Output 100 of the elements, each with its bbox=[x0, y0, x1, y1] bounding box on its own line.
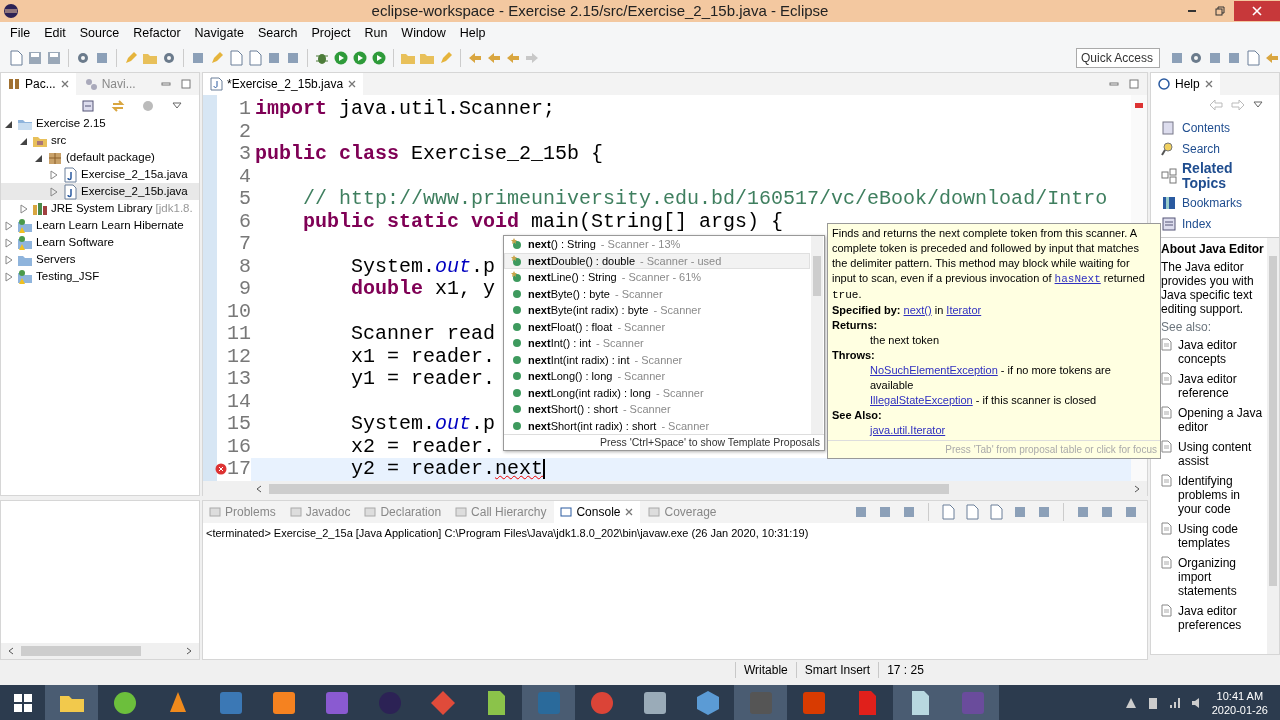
link[interactable]: java.util.Iterator bbox=[870, 424, 946, 436]
view-tab[interactable]: Console bbox=[554, 501, 641, 523]
menu-item[interactable]: Project bbox=[304, 23, 358, 43]
gear-icon[interactable] bbox=[1188, 50, 1204, 66]
taskbar-button[interactable] bbox=[45, 685, 98, 720]
square-icon[interactable] bbox=[853, 504, 869, 520]
square-icon[interactable] bbox=[1012, 504, 1028, 520]
arrow-icon[interactable] bbox=[524, 50, 540, 66]
pencil-icon[interactable] bbox=[209, 50, 225, 66]
collapsed-icon[interactable] bbox=[49, 186, 59, 197]
proposal-item[interactable]: nextLong(int radix) : long - Scanner bbox=[504, 384, 810, 401]
arrow-icon[interactable] bbox=[486, 50, 502, 66]
scrollbar[interactable] bbox=[811, 236, 823, 434]
proposal-item[interactable]: nextFloat() : float - Scanner bbox=[504, 318, 810, 335]
proposal-item[interactable]: nextByte() : byte - Scanner bbox=[504, 285, 810, 302]
help-link[interactable]: Java editor preferences bbox=[1178, 604, 1265, 632]
square-icon[interactable] bbox=[1207, 50, 1223, 66]
play-icon[interactable] bbox=[333, 50, 349, 66]
page-icon[interactable] bbox=[1245, 50, 1261, 66]
help-link[interactable]: Contents bbox=[1161, 119, 1273, 137]
quick-access-field[interactable]: Quick Access bbox=[1076, 48, 1160, 68]
help-link[interactable]: Java editor concepts bbox=[1178, 338, 1265, 366]
forward-icon[interactable] bbox=[1231, 99, 1245, 111]
square-icon[interactable] bbox=[1226, 50, 1242, 66]
proposal-item[interactable]: nextDouble() : double - Scanner - used bbox=[504, 252, 810, 269]
help-link[interactable]: Java editor reference bbox=[1178, 372, 1265, 400]
square-icon[interactable] bbox=[1036, 504, 1052, 520]
close-icon[interactable] bbox=[624, 507, 635, 517]
signal-icon[interactable] bbox=[1167, 695, 1182, 710]
scrollbar-thumb[interactable] bbox=[21, 646, 141, 656]
tree-item[interactable]: Exercise_2_15b.java bbox=[1, 183, 199, 200]
tree-item[interactable]: Learn Software bbox=[1, 234, 199, 251]
view-tab[interactable]: Pac... bbox=[1, 73, 76, 95]
tree-item[interactable]: Learn Learn Learn Hibernate bbox=[1, 217, 199, 234]
proposal-item[interactable]: nextShort(int radix) : short - Scanner bbox=[504, 417, 810, 434]
link[interactable]: hasNext bbox=[1054, 273, 1101, 285]
help-link[interactable]: Organizing import statements bbox=[1178, 556, 1265, 598]
pencil-icon[interactable] bbox=[438, 50, 454, 66]
tree-item[interactable]: JRE System Library [jdk1.8. bbox=[1, 200, 199, 217]
editor-tab[interactable]: *Exercise_2_15b.java bbox=[203, 73, 364, 95]
tree-item[interactable]: Exercise 2.15 bbox=[1, 115, 199, 132]
collapsed-icon[interactable] bbox=[4, 271, 14, 282]
gear-icon[interactable] bbox=[161, 50, 177, 66]
help-link[interactable]: Related Topics bbox=[1161, 161, 1273, 191]
square-icon[interactable] bbox=[1169, 50, 1185, 66]
gear-icon[interactable] bbox=[75, 50, 91, 66]
square-icon[interactable] bbox=[94, 50, 110, 66]
link[interactable]: next() bbox=[903, 304, 932, 316]
help-link[interactable]: Identifying problems in your code bbox=[1178, 474, 1265, 516]
square-icon[interactable] bbox=[1099, 504, 1115, 520]
help-link[interactable]: Index bbox=[1161, 215, 1273, 233]
arrow-icon[interactable] bbox=[1264, 50, 1280, 66]
menu-item[interactable]: Run bbox=[357, 23, 395, 43]
link[interactable]: IllegalStateException bbox=[870, 394, 973, 406]
scrollbar[interactable] bbox=[1269, 256, 1277, 586]
menu-item[interactable]: Refactor bbox=[126, 23, 188, 43]
proposal-item[interactable]: nextInt() : int - Scanner bbox=[504, 335, 810, 352]
proposal-item[interactable]: nextLong() : long - Scanner bbox=[504, 368, 810, 385]
tree-item[interactable]: src bbox=[1, 132, 199, 149]
menu-item[interactable]: Edit bbox=[37, 23, 73, 43]
proposal-item[interactable]: nextInt(int radix) : int - Scanner bbox=[504, 351, 810, 368]
square-icon[interactable] bbox=[1075, 504, 1091, 520]
scrollbar-thumb[interactable] bbox=[269, 483, 949, 494]
back-icon[interactable] bbox=[1209, 99, 1223, 111]
play-icon[interactable] bbox=[352, 50, 368, 66]
square-icon[interactable] bbox=[285, 50, 301, 66]
collapse-icon[interactable] bbox=[81, 99, 95, 113]
close-button[interactable] bbox=[1234, 1, 1280, 21]
help-link[interactable]: Bookmarks bbox=[1161, 194, 1273, 212]
dropdown-icon[interactable] bbox=[1253, 99, 1263, 109]
collapsed-icon[interactable] bbox=[4, 254, 14, 265]
square-icon[interactable] bbox=[190, 50, 206, 66]
menu-item[interactable]: Navigate bbox=[187, 23, 251, 43]
dropdown-icon[interactable] bbox=[171, 99, 183, 111]
page-icon[interactable] bbox=[988, 504, 1004, 520]
maximize-icon[interactable] bbox=[1129, 79, 1139, 89]
link-icon[interactable] bbox=[111, 99, 125, 113]
link[interactable]: Iterator bbox=[946, 304, 982, 316]
square-icon[interactable] bbox=[877, 504, 893, 520]
taskbar-button[interactable] bbox=[893, 685, 946, 720]
page-icon[interactable] bbox=[964, 504, 980, 520]
scroll-left-icon[interactable] bbox=[255, 484, 263, 493]
close-icon[interactable] bbox=[347, 79, 358, 89]
proposal-item[interactable]: nextByte(int radix) : byte - Scanner bbox=[504, 302, 810, 319]
tree-item[interactable]: (default package) bbox=[1, 149, 199, 166]
scroll-left-icon[interactable] bbox=[7, 647, 15, 655]
arrow-icon[interactable] bbox=[505, 50, 521, 66]
square-icon[interactable] bbox=[1123, 504, 1139, 520]
link[interactable]: NoSuchElementException bbox=[870, 364, 998, 376]
circle-icon[interactable] bbox=[141, 99, 155, 113]
play-icon[interactable] bbox=[371, 50, 387, 66]
help-link[interactable]: Search bbox=[1161, 140, 1273, 158]
collapsed-icon[interactable] bbox=[4, 237, 14, 248]
menu-item[interactable]: Window bbox=[394, 23, 453, 43]
help-link[interactable]: Using code templates bbox=[1178, 522, 1265, 550]
proposal-item[interactable]: next() : String - Scanner - 13% bbox=[504, 236, 810, 253]
square-icon[interactable] bbox=[266, 50, 282, 66]
scroll-right-icon[interactable] bbox=[1133, 484, 1141, 493]
collapsed-icon[interactable] bbox=[4, 220, 14, 231]
arrow-icon[interactable] bbox=[467, 50, 483, 66]
